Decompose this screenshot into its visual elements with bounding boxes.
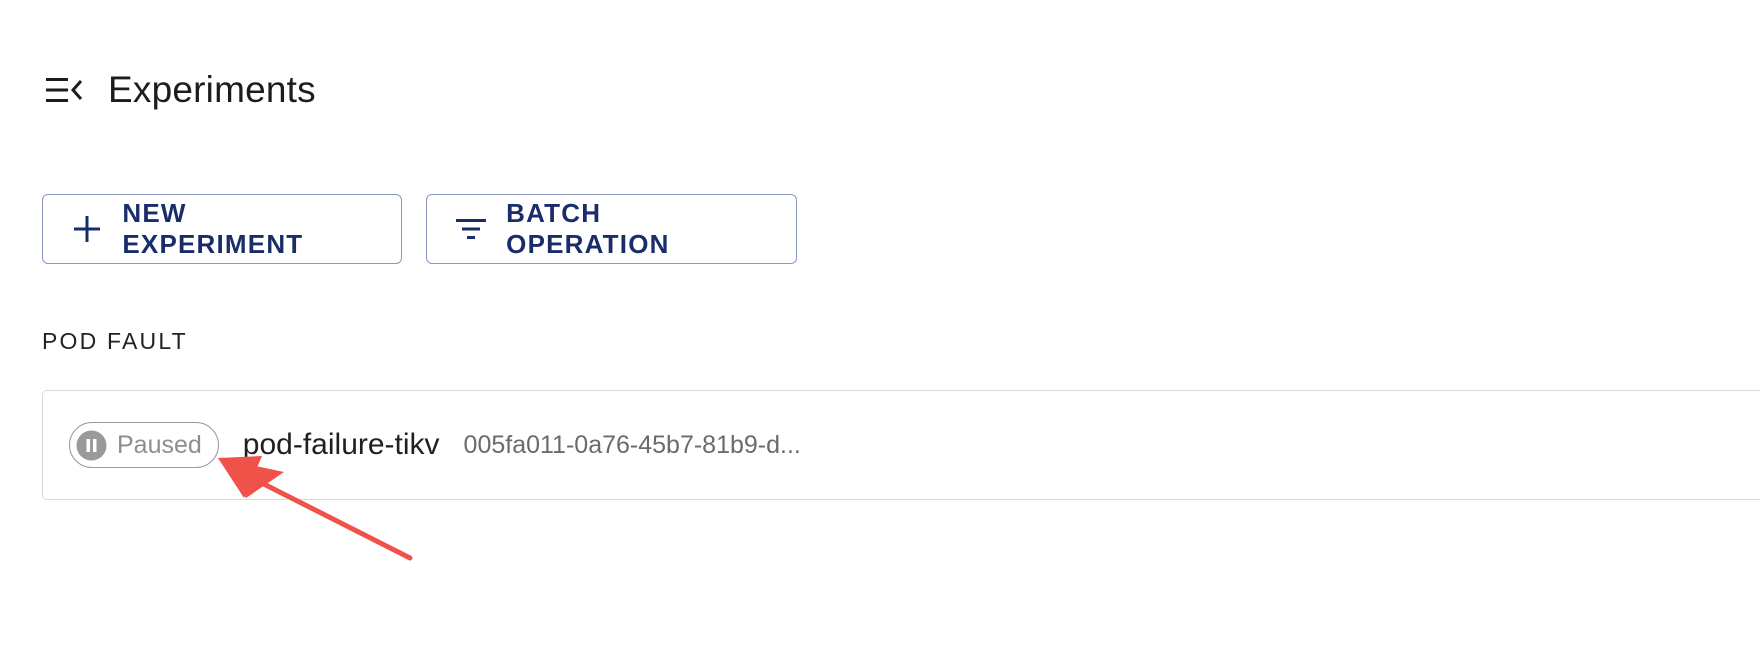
status-label: Paused: [117, 430, 202, 459]
page-header: Experiments: [44, 60, 316, 120]
menu-open-icon[interactable]: [44, 69, 86, 111]
new-experiment-label: NEW EXPERIMENT: [122, 198, 304, 259]
experiment-card[interactable]: Paused pod-failure-tikv 005fa011-0a76-45…: [42, 390, 1760, 500]
experiments-page: Experiments NEW EXPERIMENT BATCH OPERATI…: [0, 0, 1760, 648]
plus-icon: [71, 213, 102, 245]
filter-list-icon: [455, 213, 486, 245]
toolbar: NEW EXPERIMENT BATCH OPERATION: [42, 194, 797, 264]
pause-circle-icon: [76, 430, 107, 461]
experiment-name: pod-failure-tikv: [242, 428, 440, 461]
new-experiment-button[interactable]: NEW EXPERIMENT: [42, 194, 402, 264]
page-title: Experiments: [108, 69, 316, 110]
batch-operation-label: BATCH OPERATION: [506, 198, 670, 259]
status-badge: Paused: [69, 422, 219, 468]
experiment-uid: 005fa011-0a76-45b7-81b9-d...: [463, 430, 801, 459]
section-label-pod-fault: POD FAULT: [42, 328, 188, 354]
batch-operation-button[interactable]: BATCH OPERATION: [426, 194, 797, 264]
